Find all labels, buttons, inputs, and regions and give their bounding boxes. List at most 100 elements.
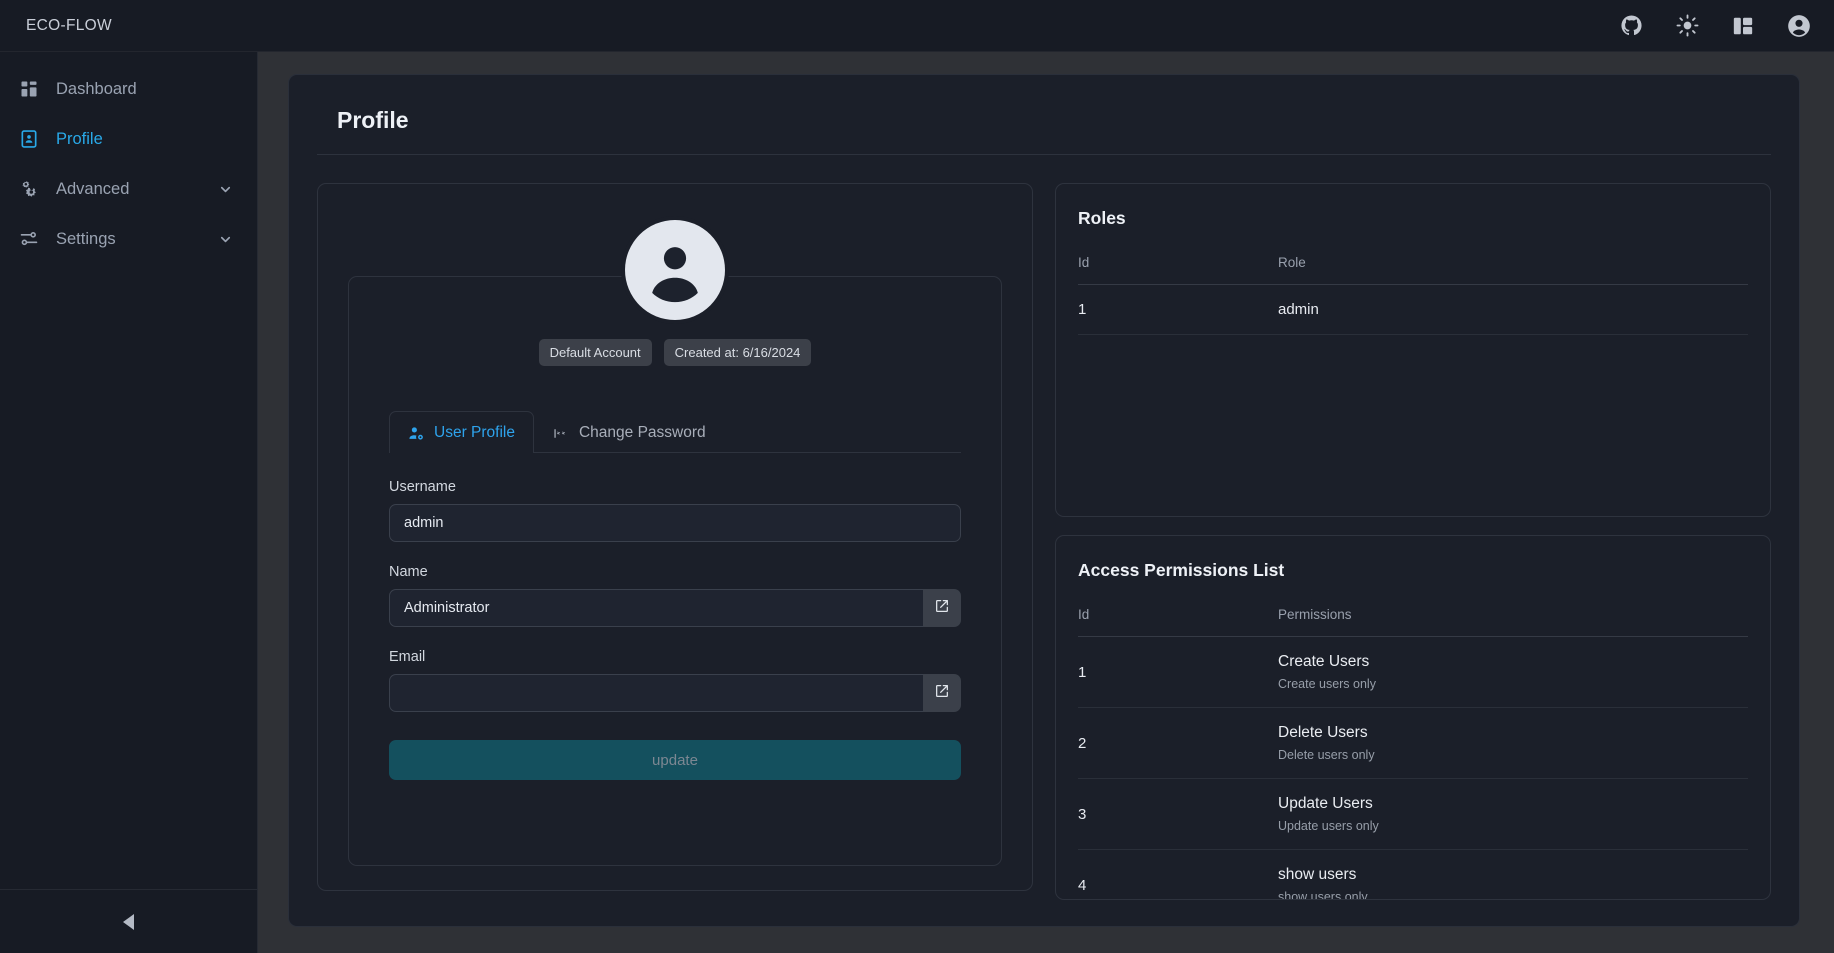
permission-id-cell: 2 xyxy=(1078,734,1087,752)
roles-title: Roles xyxy=(1078,208,1126,228)
sidebar-nav: Dashboard Profile Advanced Settings xyxy=(0,52,257,264)
avatar xyxy=(625,220,725,320)
permission-name: Create Users xyxy=(1278,653,1370,670)
sidebar-footer xyxy=(0,889,257,953)
main-content: Profile Default Account Created at: 6/16… xyxy=(258,52,1834,953)
table-row[interactable]: 1 Create Users Create users only xyxy=(1078,637,1748,708)
roles-table-body: 1 admin xyxy=(1078,285,1748,335)
roles-panel: Roles Id Role 1 admin xyxy=(1055,183,1771,517)
email-input-row xyxy=(389,674,961,712)
sidebar-item-advanced[interactable]: Advanced xyxy=(0,164,257,214)
profile-card: Default Account Created at: 6/16/2024 Us… xyxy=(317,183,1033,891)
sidebar-item-label: Dashboard xyxy=(56,79,137,98)
table-row[interactable]: 3 Update Users Update users only xyxy=(1078,779,1748,850)
page-title: Profile xyxy=(337,107,409,133)
roles-header-row: Id Role xyxy=(1078,255,1748,285)
role-id-cell: 1 xyxy=(1078,301,1087,318)
name-input-row xyxy=(389,589,961,627)
username-label: Username xyxy=(389,479,456,495)
permission-id-cell: 4 xyxy=(1078,876,1087,894)
permissions-panel: Access Permissions List Id Permissions 1… xyxy=(1055,535,1771,900)
name-input[interactable] xyxy=(389,589,923,627)
page-divider xyxy=(317,154,1771,155)
permission-name: show users xyxy=(1278,866,1357,883)
edit-pencil-icon xyxy=(934,683,950,704)
table-row[interactable]: 4 show users show users only xyxy=(1078,850,1748,899)
edit-name-button[interactable] xyxy=(923,589,961,627)
permissions-table-body: 1 Create Users Create users only 2 Delet… xyxy=(1078,637,1748,899)
permission-info-cell: Create Users Create users only xyxy=(1278,637,1748,708)
permission-info-cell: Delete Users Delete users only xyxy=(1278,708,1748,779)
roles-col-role: Role xyxy=(1278,255,1306,270)
layout-panel-icon[interactable] xyxy=(1730,13,1756,39)
sidebar-item-settings[interactable]: Settings xyxy=(0,214,257,264)
permissions-table-head: Id Permissions xyxy=(1078,607,1748,637)
roles-col-id: Id xyxy=(1078,255,1090,270)
dashboard-grid-icon xyxy=(18,79,40,99)
tab-label: User Profile xyxy=(434,424,515,441)
body-row: Dashboard Profile Advanced Settings Prof… xyxy=(0,52,1834,953)
table-row[interactable]: 2 Delete Users Delete users only xyxy=(1078,708,1748,779)
permissions-table: 1 Create Users Create users only 2 Delet… xyxy=(1078,637,1748,899)
account-circle-icon[interactable] xyxy=(1786,13,1812,39)
sidebar-item-label: Settings xyxy=(56,229,116,248)
status-badge-created-at: Created at: 6/16/2024 xyxy=(663,339,812,366)
email-input[interactable] xyxy=(389,674,923,712)
permission-description: Update users only xyxy=(1278,819,1379,833)
topbar-icon-group xyxy=(1618,13,1812,39)
profile-form: Username Name xyxy=(389,453,961,780)
top-bar: ECO-FLOW xyxy=(0,0,1834,52)
tab-label: Change Password xyxy=(578,424,706,441)
collapse-sidebar-icon[interactable] xyxy=(118,909,140,935)
permissions-col-permissions: Permissions xyxy=(1278,607,1352,622)
permission-id-cell: 3 xyxy=(1078,805,1087,823)
permission-name: Update Users xyxy=(1278,795,1373,812)
sun-icon[interactable] xyxy=(1674,13,1700,39)
roles-table: Id Role 1 admin xyxy=(1078,255,1748,335)
update-button[interactable]: update xyxy=(389,740,961,780)
profile-tabs: User Profile Change Password xyxy=(389,410,961,453)
permission-description: Delete users only xyxy=(1278,748,1375,762)
edit-pencil-icon xyxy=(934,598,950,619)
profile-inner-card: Default Account Created at: 6/16/2024 Us… xyxy=(348,276,1002,866)
tab-change-password[interactable]: Change Password xyxy=(534,411,725,453)
app-brand: ECO-FLOW xyxy=(26,16,112,34)
gear-settings-icon xyxy=(18,179,40,199)
user-cog-icon xyxy=(408,425,425,442)
chevron-down-icon xyxy=(218,182,233,197)
chevron-down-icon xyxy=(218,232,233,247)
avatar-wrapper xyxy=(318,220,1032,320)
permission-description: Create users only xyxy=(1278,677,1376,691)
field-username: Username xyxy=(389,479,961,542)
edit-email-button[interactable] xyxy=(923,674,961,712)
profile-badges: Default Account Created at: 6/16/2024 xyxy=(389,339,961,366)
name-label: Name xyxy=(389,564,428,580)
right-column: Roles Id Role 1 admin Access Permissions… xyxy=(1055,183,1771,900)
email-label: Email xyxy=(389,649,426,665)
sidebar-item-label: Profile xyxy=(56,129,103,148)
sliders-icon xyxy=(18,229,40,249)
permissions-header-table: Id Permissions xyxy=(1078,607,1748,637)
sidebar-item-profile[interactable]: Profile xyxy=(0,114,257,164)
password-field-icon xyxy=(553,425,570,442)
permissions-col-id: Id xyxy=(1078,607,1090,622)
sidebar-item-dashboard[interactable]: Dashboard xyxy=(0,64,257,114)
permission-info-cell: show users show users only xyxy=(1278,850,1748,899)
table-row: 1 admin xyxy=(1078,285,1748,335)
page-card: Profile Default Account Created at: 6/16… xyxy=(288,74,1800,927)
permission-description: show users only xyxy=(1278,890,1368,899)
username-input-row xyxy=(389,504,961,542)
permissions-title: Access Permissions List xyxy=(1078,560,1285,580)
sidebar: Dashboard Profile Advanced Settings xyxy=(0,52,258,953)
username-input[interactable] xyxy=(389,504,961,542)
permissions-scroll-area[interactable]: 1 Create Users Create users only 2 Delet… xyxy=(1078,637,1748,899)
field-name: Name xyxy=(389,564,961,627)
status-badge-default-account: Default Account xyxy=(538,339,652,366)
sidebar-item-label: Advanced xyxy=(56,179,130,198)
permissions-header-row: Id Permissions xyxy=(1078,607,1748,637)
profile-card-icon xyxy=(18,129,40,149)
tab-user-profile[interactable]: User Profile xyxy=(389,411,534,453)
roles-table-head: Id Role xyxy=(1078,255,1748,285)
field-email: Email xyxy=(389,649,961,712)
github-icon[interactable] xyxy=(1618,13,1644,39)
